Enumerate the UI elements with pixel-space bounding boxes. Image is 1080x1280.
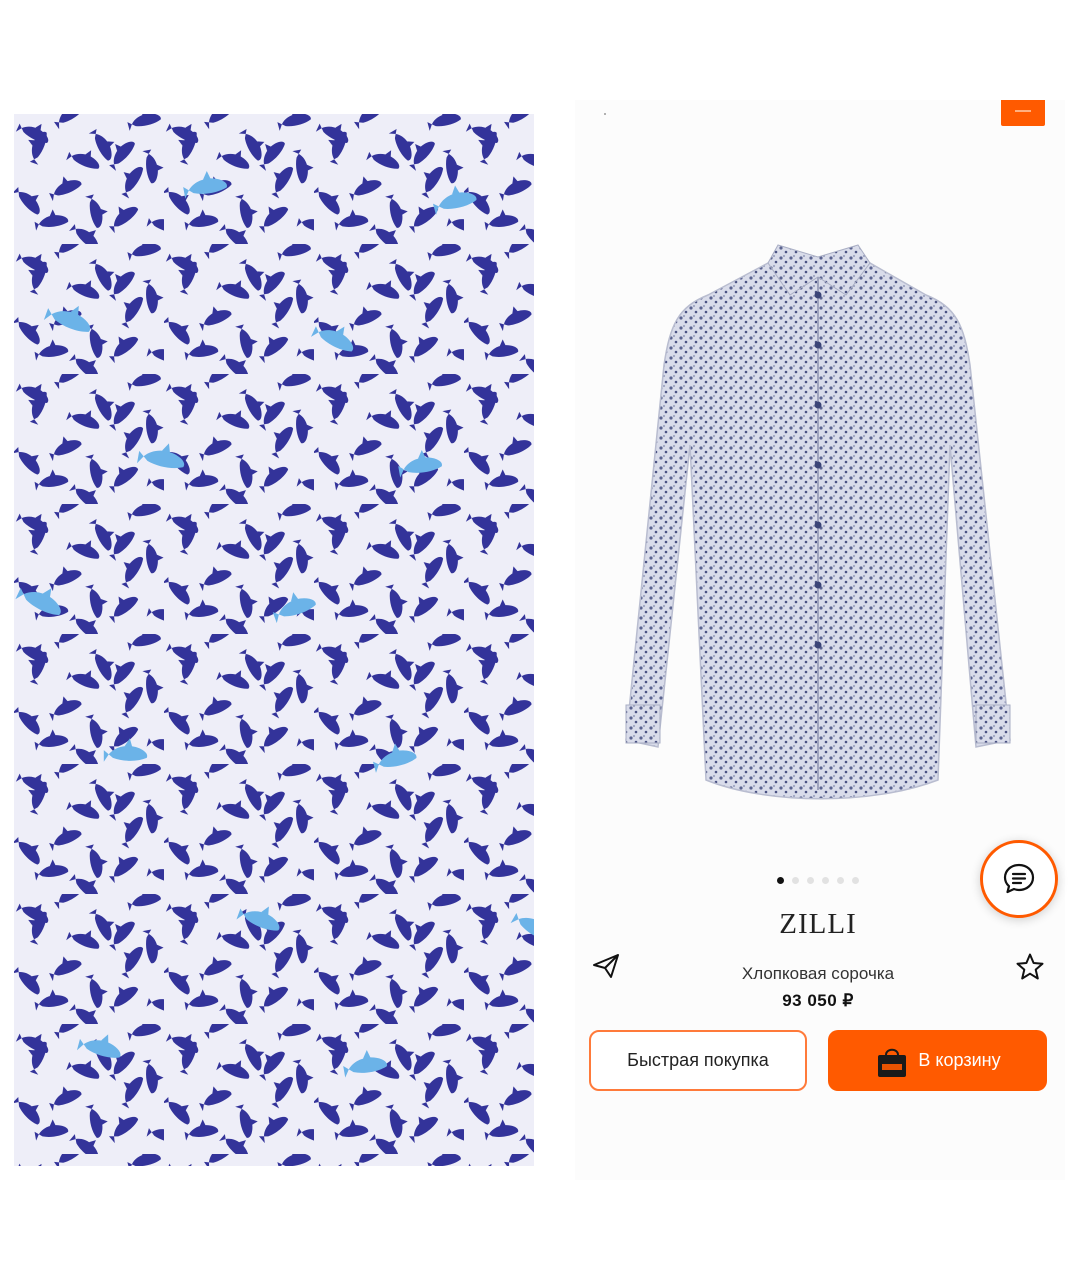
add-to-cart-button[interactable]: В корзину	[828, 1030, 1047, 1091]
product-image[interactable]	[618, 235, 1023, 805]
gallery-pagination[interactable]	[777, 877, 859, 884]
gallery-dot-6[interactable]	[852, 877, 859, 884]
product-brand[interactable]: ZILLI	[700, 908, 936, 941]
gallery-dot-2[interactable]	[792, 877, 799, 884]
gallery-dot-3[interactable]	[807, 877, 814, 884]
status-dot	[604, 113, 606, 115]
product-name: Хлопковая сорочка	[741, 964, 895, 983]
product-price: 93 050 ₽	[782, 991, 854, 1010]
quick-buy-label: Быстрая покупка	[627, 1050, 769, 1070]
fabric-detail-image	[14, 114, 534, 1166]
top-badge[interactable]	[1001, 100, 1045, 126]
gallery-dot-5[interactable]	[837, 877, 844, 884]
add-to-cart-label: В корзину	[918, 1050, 1001, 1070]
gallery-dot-4[interactable]	[822, 877, 829, 884]
chat-button[interactable]	[980, 840, 1058, 918]
shopping-bag-icon	[878, 1048, 907, 1077]
paper-plane-icon[interactable]	[592, 953, 620, 979]
quick-buy-button[interactable]: Быстрая покупка	[589, 1030, 807, 1091]
chat-bubble-icon	[1003, 863, 1035, 894]
star-outline-icon[interactable]	[1015, 952, 1045, 982]
gallery-dot-1[interactable]	[777, 877, 784, 884]
